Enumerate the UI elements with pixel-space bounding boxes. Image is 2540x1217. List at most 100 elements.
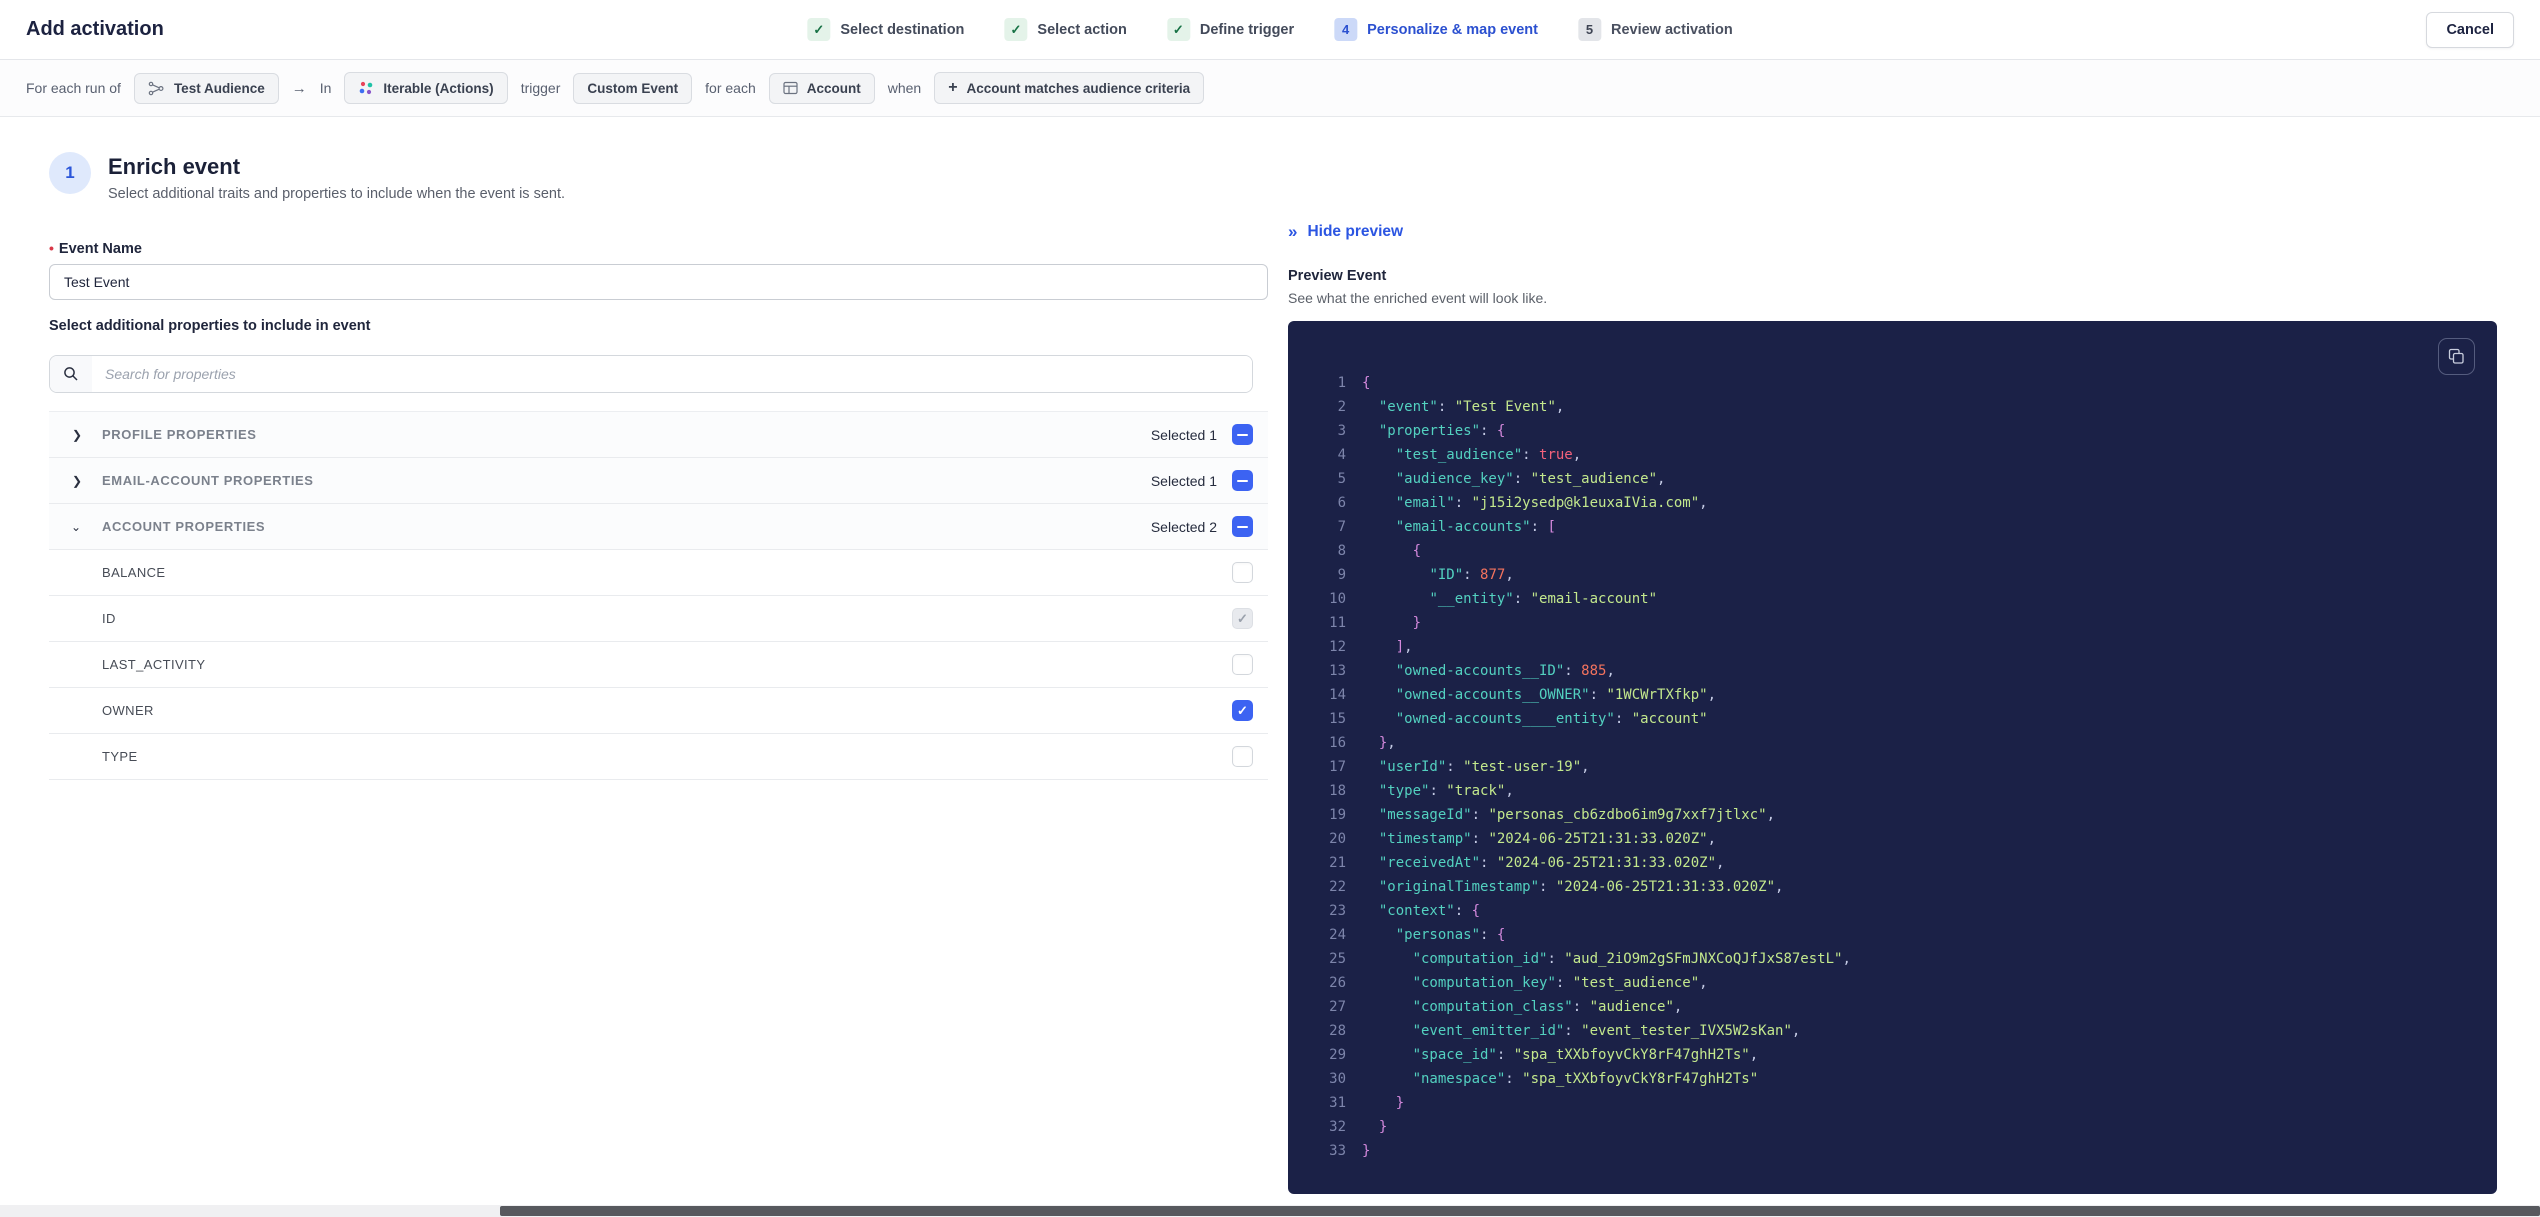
property-row-id[interactable]: ID ✓: [49, 596, 1268, 642]
code-line: 7 "email-accounts": [: [1337, 519, 1556, 535]
code-line: 3 "properties": {: [1337, 423, 1506, 439]
audience-criteria-chip[interactable]: + Account matches audience criteria: [934, 72, 1205, 104]
code-line: 23 "context": {: [1329, 903, 1481, 919]
group-checkbox-indeterminate[interactable]: [1232, 424, 1253, 445]
property-checkbox[interactable]: [1232, 746, 1253, 767]
code-line: 30 "namespace": "spa_tXXbfoyvCkY8rF47ghH…: [1329, 1071, 1759, 1087]
table-icon: [783, 81, 798, 95]
code-line: 9 "ID": 877,: [1337, 567, 1514, 583]
group-row-account-properties[interactable]: ⌄ ACCOUNT PROPERTIES Selected 2: [49, 504, 1268, 550]
code-line: 13 "owned-accounts__ID": 885,: [1329, 663, 1615, 679]
step-label: Define trigger: [1199, 21, 1295, 38]
destination-chip[interactable]: Iterable (Actions): [344, 72, 508, 104]
step-label: Select action: [1037, 21, 1127, 38]
search-input[interactable]: [92, 356, 1252, 392]
check-icon: ✓: [807, 18, 831, 41]
step-review-activation[interactable]: 5 Review activation: [1577, 18, 1733, 41]
group-row-email-account-properties[interactable]: ❯ EMAIL-ACCOUNT PROPERTIES Selected 1: [49, 458, 1268, 504]
property-label: LAST_ACTIVITY: [102, 657, 206, 672]
event-name-input[interactable]: [49, 264, 1268, 300]
group-label: ACCOUNT PROPERTIES: [102, 519, 266, 534]
selected-count: Selected 1: [1150, 472, 1217, 489]
top-bar: Add activation ✓ Select destination ✓ Se…: [0, 0, 2540, 60]
code-line: 22 "originalTimestamp": "2024-06-25T21:3…: [1329, 879, 1784, 895]
activation-context-bar: For each run of Test Audience → In Itera…: [0, 60, 2540, 117]
audience-criteria-chip-label: Account matches audience criteria: [966, 80, 1191, 96]
code-line: 19 "messageId": "personas_cb6zdbo6im9g7x…: [1329, 807, 1776, 823]
code-line: 17 "userId": "test-user-19",: [1329, 759, 1590, 775]
property-row-last-activity[interactable]: LAST_ACTIVITY: [49, 642, 1268, 688]
step-personalize-map-event[interactable]: 4 Personalize & map event: [1334, 18, 1538, 41]
hide-preview-button[interactable]: » Hide preview: [1288, 222, 1403, 242]
preview-subtitle: See what the enriched event will look li…: [1288, 290, 1548, 306]
required-marker: •: [49, 240, 54, 256]
code-line: 16 },: [1329, 735, 1396, 751]
audience-network-icon: [148, 81, 164, 95]
section-number-badge: 1: [49, 152, 91, 194]
context-in-word: In: [319, 80, 332, 96]
code-line: 5 "audience_key": "test_audience",: [1337, 471, 1666, 487]
property-row-type[interactable]: TYPE: [49, 734, 1268, 780]
code-line: 12 ],: [1329, 639, 1413, 655]
property-list: ❯ PROFILE PROPERTIES Selected 1 ❯ EMAIL-…: [49, 411, 1268, 780]
section-subtitle: Select additional traits and properties …: [108, 186, 566, 202]
copy-button[interactable]: [2438, 338, 2475, 375]
search-icon: [50, 356, 92, 392]
step-label: Select destination: [840, 21, 965, 38]
code-line: 27 "computation_class": "audience",: [1329, 999, 1683, 1015]
property-search: [49, 355, 1253, 393]
additional-properties-label: Select additional properties to include …: [49, 318, 371, 334]
check-icon: ✓: [1004, 18, 1028, 41]
property-label: OWNER: [102, 703, 154, 718]
group-row-profile-properties[interactable]: ❯ PROFILE PROPERTIES Selected 1: [49, 412, 1268, 458]
audience-chip[interactable]: Test Audience: [133, 72, 279, 104]
double-chevron-right-icon: »: [1288, 222, 1298, 241]
group-checkbox-indeterminate[interactable]: [1232, 470, 1253, 491]
code-line: 28 "event_emitter_id": "event_tester_IVX…: [1329, 1023, 1801, 1039]
property-checkbox[interactable]: ✓: [1232, 700, 1253, 721]
code-line: 25 "computation_id": "aud_2iO9m2gSFmJNXC…: [1329, 951, 1851, 967]
hide-preview-label: Hide preview: [1307, 223, 1404, 240]
step-select-action[interactable]: ✓ Select action: [1004, 18, 1127, 41]
code-line: 26 "computation_key": "test_audience",: [1329, 975, 1708, 991]
context-when-word: when: [887, 80, 922, 96]
property-label: BALANCE: [102, 565, 166, 580]
json-preview-code: 1{ 2 "event": "Test Event", 3 "properties"…: [1288, 321, 2497, 1163]
check-icon: ✓: [1237, 702, 1248, 718]
step-label: Review activation: [1610, 21, 1733, 38]
preview-title: Preview Event: [1288, 268, 1387, 284]
trigger-event-chip[interactable]: Custom Event: [573, 72, 693, 104]
code-line: 1{: [1337, 375, 1371, 391]
page-title: Add activation: [26, 18, 164, 40]
code-line: 8 {: [1337, 543, 1422, 559]
code-line: 15 "owned-accounts____entity": "account": [1329, 711, 1708, 727]
section-title: Enrich event: [108, 154, 241, 179]
code-line: 4 "test_audience": true,: [1337, 447, 1582, 463]
property-checkbox-disabled[interactable]: ✓: [1232, 608, 1253, 629]
property-label: ID: [102, 611, 116, 626]
code-line: 24 "personas": {: [1329, 927, 1506, 943]
audience-chip-label: Test Audience: [173, 80, 265, 96]
copy-icon: [2448, 348, 2464, 364]
cancel-button[interactable]: Cancel: [2426, 11, 2514, 48]
property-row-owner[interactable]: OWNER ✓: [49, 688, 1268, 734]
check-icon: ✓: [1237, 610, 1248, 626]
horizontal-scrollbar-thumb[interactable]: [500, 1206, 2540, 1216]
code-line: 31 }: [1329, 1095, 1405, 1111]
property-checkbox[interactable]: [1232, 654, 1253, 675]
property-label: TYPE: [102, 749, 138, 764]
group-label: EMAIL-ACCOUNT PROPERTIES: [102, 473, 314, 488]
code-line: 2 "event": "Test Event",: [1337, 399, 1565, 415]
step-label: Personalize & map event: [1367, 21, 1538, 38]
step-select-destination[interactable]: ✓ Select destination: [807, 18, 964, 41]
code-line: 32 }: [1329, 1119, 1388, 1135]
entity-chip[interactable]: Account: [768, 72, 875, 104]
property-row-balance[interactable]: BALANCE: [49, 550, 1268, 596]
code-line: 29 "space_id": "spa_tXXbfoyvCkY8rF47ghH2…: [1329, 1047, 1759, 1063]
group-checkbox-indeterminate[interactable]: [1232, 516, 1253, 537]
enrich-event-header: 1 Enrich event Select additional traits …: [49, 152, 565, 202]
wizard-steps: ✓ Select destination ✓ Select action ✓ D…: [807, 18, 1733, 41]
entity-chip-label: Account: [806, 80, 861, 96]
property-checkbox[interactable]: [1232, 562, 1253, 583]
step-define-trigger[interactable]: ✓ Define trigger: [1166, 18, 1295, 41]
